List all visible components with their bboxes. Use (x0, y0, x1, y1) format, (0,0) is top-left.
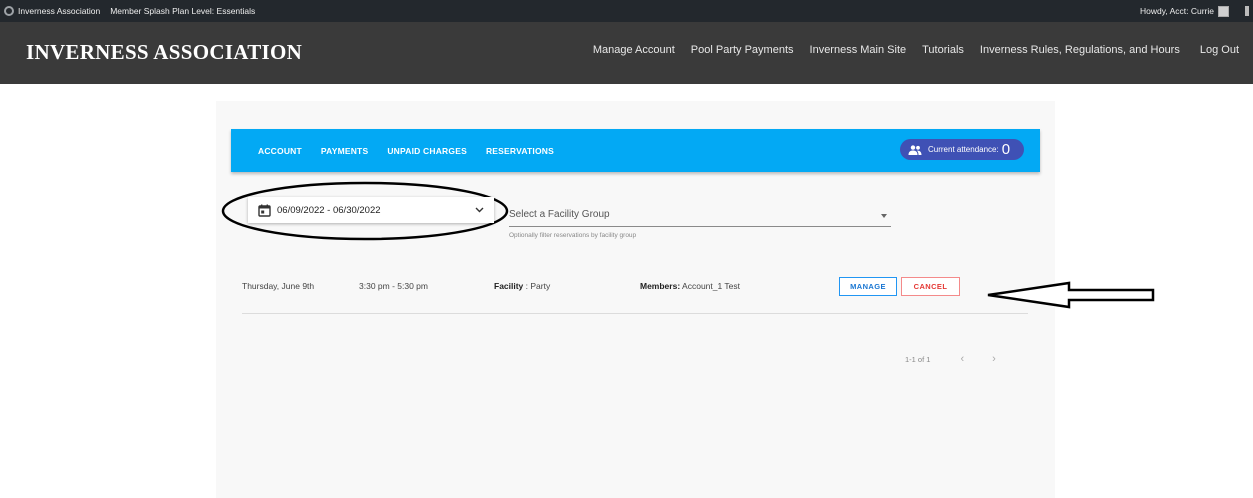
tab-unpaid-charges[interactable]: UNPAID CHARGES (387, 146, 467, 156)
howdy-text: Howdy, Acct: Currie (1139, 6, 1214, 16)
pagination-range: 1-1 of 1 (905, 354, 931, 364)
reservation-facility: Facility : Party (494, 281, 550, 291)
chevron-down-icon (475, 207, 484, 213)
tab-bar: ACCOUNT PAYMENTS UNPAID CHARGES RESERVAT… (258, 129, 554, 172)
nav-rules-regulations-hours[interactable]: Inverness Rules, Regulations, and Hours (980, 44, 1180, 56)
wordpress-logo-icon[interactable] (4, 6, 14, 16)
app-toolbar: ACCOUNT PAYMENTS UNPAID CHARGES RESERVAT… (231, 129, 1040, 172)
nav-inverness-main-site[interactable]: Inverness Main Site (810, 44, 907, 56)
members-label: Members: (640, 281, 681, 291)
facility-group-select[interactable]: Select a Facility Group (509, 205, 891, 227)
annotation-arrow (987, 281, 1155, 309)
caret-down-icon (881, 214, 887, 218)
tab-reservations[interactable]: RESERVATIONS (486, 146, 554, 156)
calendar-icon (258, 204, 271, 217)
members-value: Account_1 Test (680, 281, 741, 291)
nav-pool-party-payments[interactable]: Pool Party Payments (691, 44, 794, 56)
attendance-badge: Current attendance: 0 (900, 139, 1024, 160)
reservation-time: 3:30 pm - 5:30 pm (359, 281, 428, 291)
facility-label: Facility (494, 281, 524, 291)
admin-bar-overflow (1245, 6, 1249, 16)
main-nav: Manage Account Pool Party Payments Inver… (593, 44, 1239, 56)
date-range-picker[interactable]: 06/09/2022 - 06/30/2022 (248, 197, 494, 223)
admin-bar-site-name[interactable]: Inverness Association (18, 6, 100, 16)
reservations-card: ACCOUNT PAYMENTS UNPAID CHARGES RESERVAT… (216, 101, 1055, 498)
facility-value: : Party (523, 281, 551, 291)
facility-group-placeholder: Select a Facility Group (509, 209, 610, 220)
attendance-label: Current attendance: (928, 145, 999, 154)
manage-button[interactable]: MANAGE (839, 277, 897, 296)
nav-manage-account[interactable]: Manage Account (593, 44, 675, 56)
admin-bar: Inverness Association Member Splash Plan… (0, 0, 1253, 22)
reservation-row: Thursday, June 9th 3:30 pm - 5:30 pm Fac… (242, 270, 1028, 314)
site-header: INVERNESS ASSOCIATION Manage Account Poo… (0, 22, 1253, 84)
previous-page-button[interactable]: ‹ (960, 353, 964, 365)
date-range-value: 06/09/2022 - 06/30/2022 (277, 204, 381, 216)
attendance-count: 0 (1001, 141, 1011, 158)
reservation-date: Thursday, June 9th (242, 281, 315, 291)
nav-log-out[interactable]: Log Out (1200, 44, 1239, 56)
pagination: 1-1 of 1 ‹ › (905, 353, 996, 365)
next-page-button[interactable]: › (992, 353, 996, 365)
admin-bar-plan-level[interactable]: Member Splash Plan Level: Essentials (110, 6, 255, 16)
people-icon (908, 144, 922, 155)
facility-group-hint: Optionally filter reservations by facili… (509, 232, 637, 239)
tab-payments[interactable]: PAYMENTS (321, 146, 368, 156)
site-title[interactable]: INVERNESS ASSOCIATION (26, 40, 302, 65)
tab-account[interactable]: ACCOUNT (258, 146, 302, 156)
cancel-button[interactable]: CANCEL (901, 277, 960, 296)
nav-tutorials[interactable]: Tutorials (922, 44, 964, 56)
avatar (1218, 5, 1229, 17)
admin-bar-account[interactable]: Howdy, Acct: Currie (1140, 0, 1229, 22)
reservation-members: Members: Account_1 Test (640, 281, 740, 291)
